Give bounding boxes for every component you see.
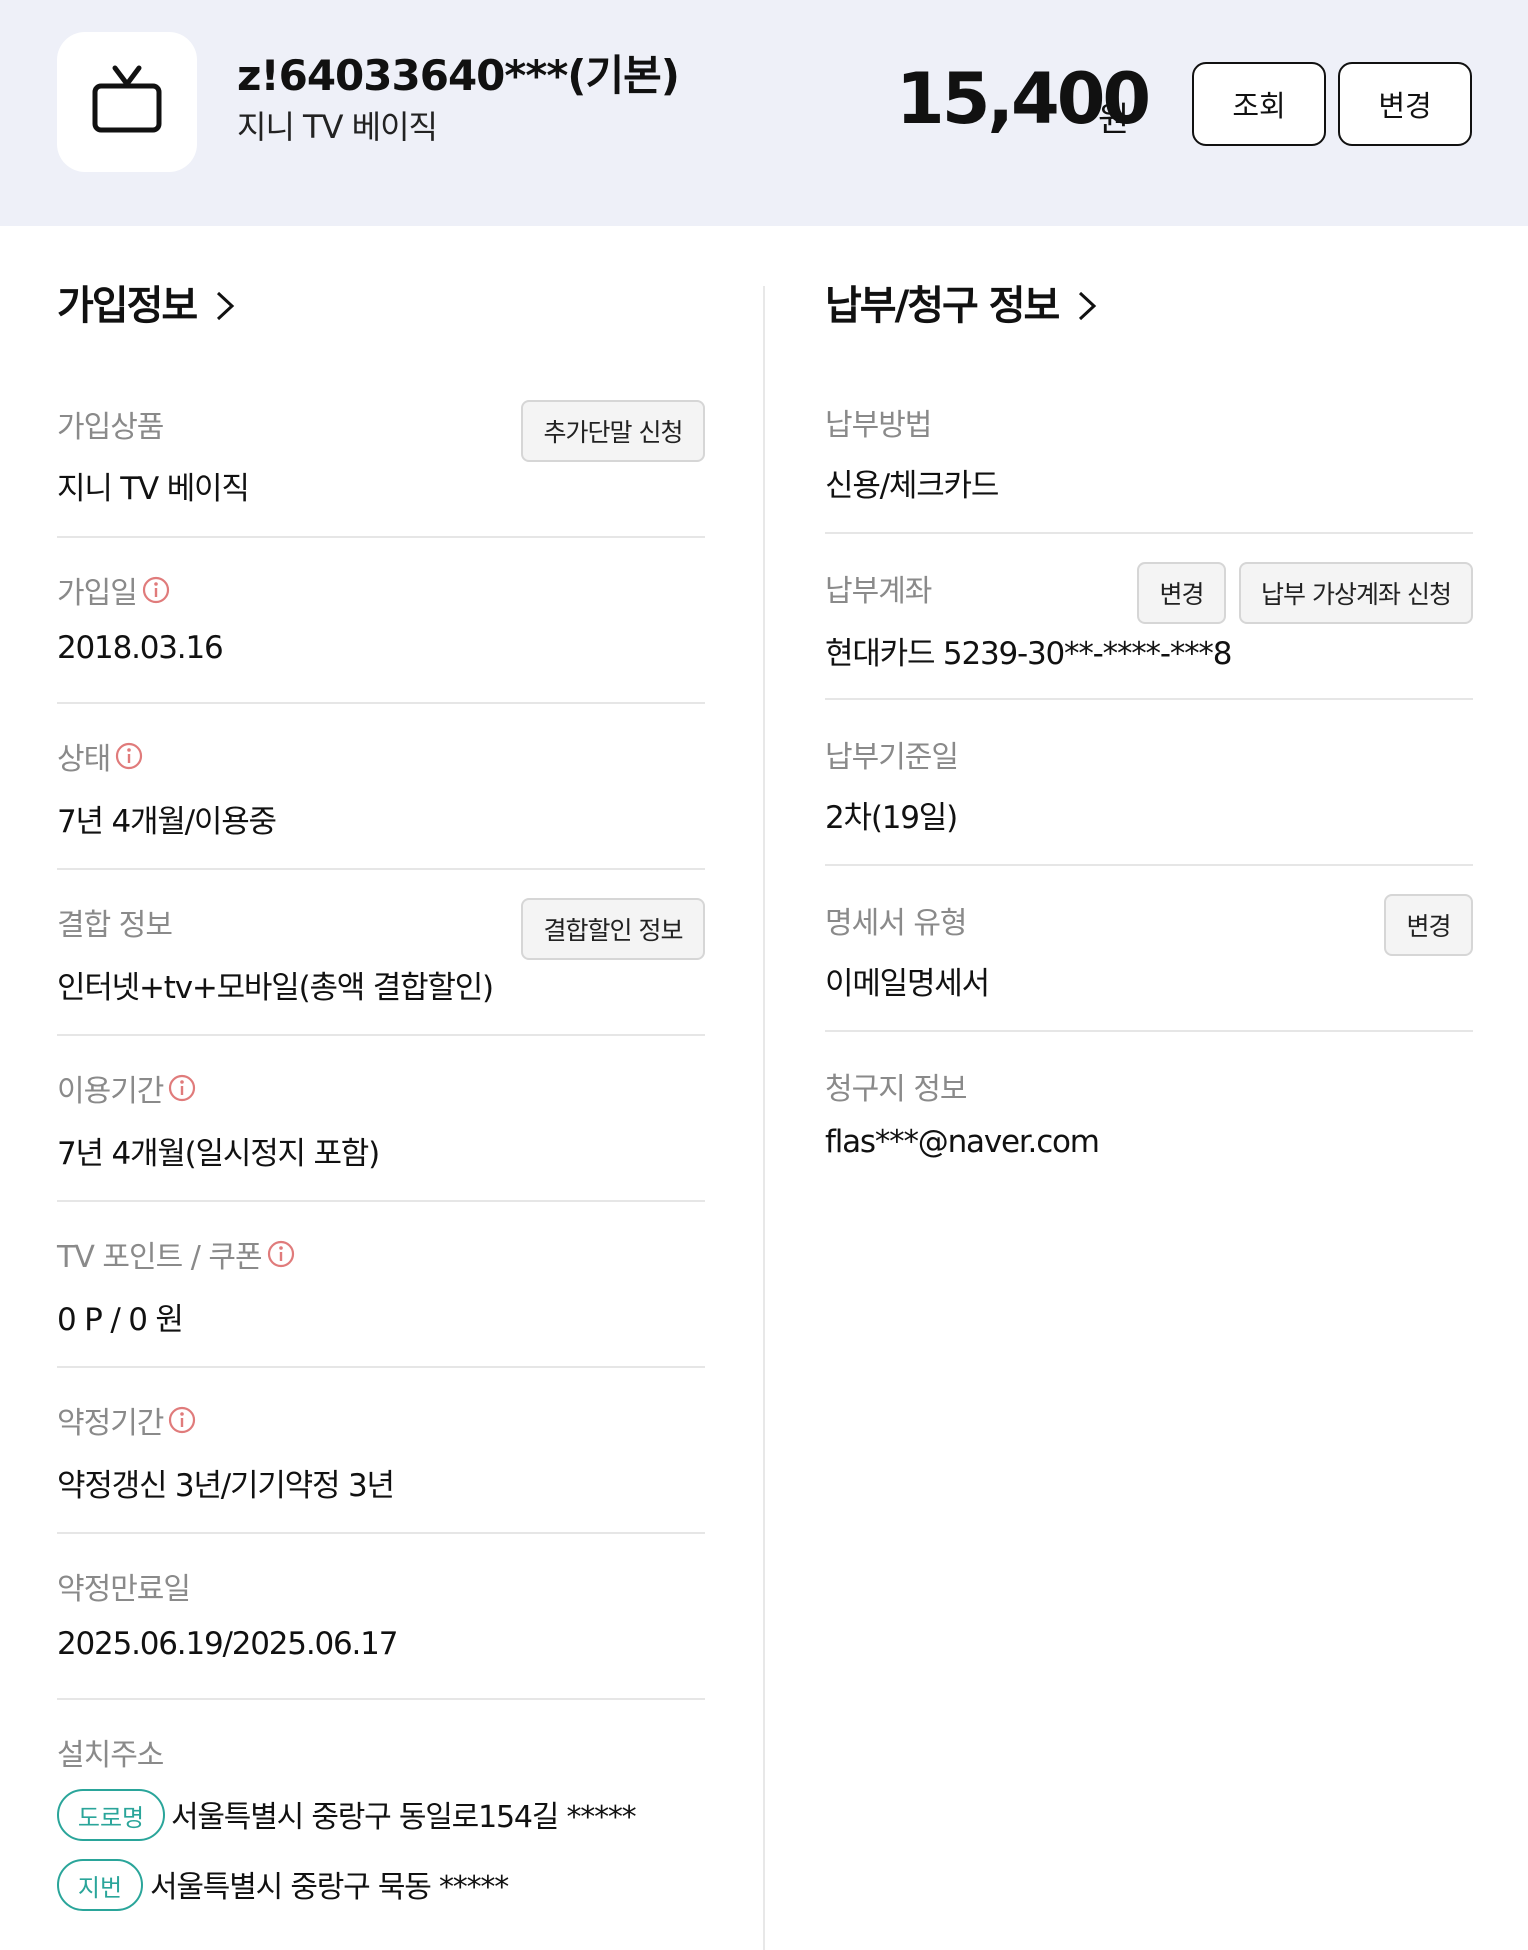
info-icon[interactable] bbox=[114, 741, 144, 771]
bundle-label: 결합 정보 bbox=[57, 908, 173, 943]
contract-end-label: 약정만료일 bbox=[57, 1572, 191, 1607]
row-divider bbox=[825, 532, 1473, 534]
join-date-label: 가입일 bbox=[57, 576, 138, 611]
points-label-row: TV 포인트 / 쿠폰 bbox=[57, 1232, 296, 1276]
statement-type-value: 이메일명세서 bbox=[825, 966, 990, 1002]
billing-address-value: flas***@naver.com bbox=[825, 1124, 1100, 1160]
bundle-discount-button[interactable]: 결합할인 정보 bbox=[521, 898, 705, 960]
road-address-value: 서울특별시 중랑구 동일로154길 ***** bbox=[171, 1800, 637, 1835]
lot-address-tag: 지번 bbox=[57, 1859, 143, 1911]
row-divider bbox=[57, 1532, 705, 1534]
chevron-right-icon bbox=[1079, 291, 1097, 321]
contract-label-row: 약정기간 bbox=[57, 1398, 197, 1442]
points-label: TV 포인트 / 쿠폰 bbox=[57, 1240, 263, 1275]
virtual-account-button[interactable]: 납부 가상계좌 신청 bbox=[1239, 562, 1473, 624]
price-unit: 원 bbox=[1098, 100, 1130, 140]
billing-info-title: 납부/청구 정보 bbox=[825, 278, 1060, 334]
lot-address-value: 서울특별시 중랑구 묵동 ***** bbox=[150, 1870, 509, 1905]
due-date-label: 납부기준일 bbox=[825, 740, 959, 775]
info-icon[interactable] bbox=[167, 1405, 197, 1435]
inquiry-button[interactable]: 조회 bbox=[1192, 62, 1326, 146]
plan-name: 지니 TV 베이직 bbox=[237, 108, 438, 146]
payment-method-label: 납부방법 bbox=[825, 408, 932, 443]
column-divider bbox=[763, 286, 765, 1950]
change-statement-button[interactable]: 변경 bbox=[1384, 894, 1473, 956]
road-address-tag: 도로명 bbox=[57, 1789, 165, 1841]
product-label: 가입상품 bbox=[57, 410, 164, 445]
product-value: 지니 TV 베이직 bbox=[57, 471, 250, 507]
tv-icon bbox=[57, 32, 197, 172]
row-divider bbox=[57, 868, 705, 870]
row-divider bbox=[825, 698, 1473, 700]
row-divider bbox=[825, 1030, 1473, 1032]
points-value: 0 P / 0 원 bbox=[57, 1302, 184, 1338]
billing-address-label: 청구지 정보 bbox=[825, 1072, 968, 1107]
account-id: z!64033640***(기본) bbox=[237, 51, 680, 100]
change-account-button[interactable]: 변경 bbox=[1137, 562, 1226, 624]
row-divider bbox=[825, 864, 1473, 866]
contract-label: 약정기간 bbox=[57, 1406, 164, 1441]
usage-period-value: 7년 4개월(일시정지 포함) bbox=[57, 1136, 380, 1172]
row-divider bbox=[57, 1200, 705, 1202]
row-divider bbox=[57, 1366, 705, 1368]
service-header: z!64033640***(기본) 지니 TV 베이직 15,400 원 조회 … bbox=[0, 0, 1528, 226]
payment-account-value: 현대카드 5239-30**-****-***8 bbox=[825, 636, 1232, 672]
due-date-value: 2차(19일) bbox=[825, 800, 958, 836]
bundle-value: 인터넷+tv+모바일(총액 결합할인) bbox=[57, 970, 494, 1006]
payment-account-label: 납부계좌 bbox=[825, 574, 932, 609]
billing-info-link[interactable]: 납부/청구 정보 bbox=[825, 278, 1098, 334]
info-icon[interactable] bbox=[266, 1239, 296, 1269]
join-date-value: 2018.03.16 bbox=[57, 630, 224, 666]
status-value: 7년 4개월/이용중 bbox=[57, 804, 277, 840]
row-divider bbox=[57, 1698, 705, 1700]
join-date-label-row: 가입일 bbox=[57, 568, 171, 612]
payment-method-value: 신용/체크카드 bbox=[825, 468, 999, 504]
status-label-row: 상태 bbox=[57, 734, 144, 778]
row-divider bbox=[57, 536, 705, 538]
subscription-info-title: 가입정보 bbox=[57, 278, 198, 334]
chevron-right-icon bbox=[217, 291, 235, 321]
subscription-info-link[interactable]: 가입정보 bbox=[57, 278, 236, 334]
info-icon[interactable] bbox=[141, 575, 171, 605]
usage-period-label-row: 이용기간 bbox=[57, 1066, 197, 1110]
info-icon[interactable] bbox=[167, 1073, 197, 1103]
contract-value: 약정갱신 3년/기기약정 3년 bbox=[57, 1468, 395, 1504]
add-device-button[interactable]: 추가단말 신청 bbox=[521, 400, 705, 462]
status-label: 상태 bbox=[57, 742, 111, 777]
install-address-label: 설치주소 bbox=[57, 1738, 164, 1773]
usage-period-label: 이용기간 bbox=[57, 1074, 164, 1109]
row-divider bbox=[57, 1034, 705, 1036]
contract-end-value: 2025.06.19/2025.06.17 bbox=[57, 1626, 398, 1662]
statement-type-label: 명세서 유형 bbox=[825, 906, 968, 941]
row-divider bbox=[57, 702, 705, 704]
change-plan-button[interactable]: 변경 bbox=[1338, 62, 1472, 146]
